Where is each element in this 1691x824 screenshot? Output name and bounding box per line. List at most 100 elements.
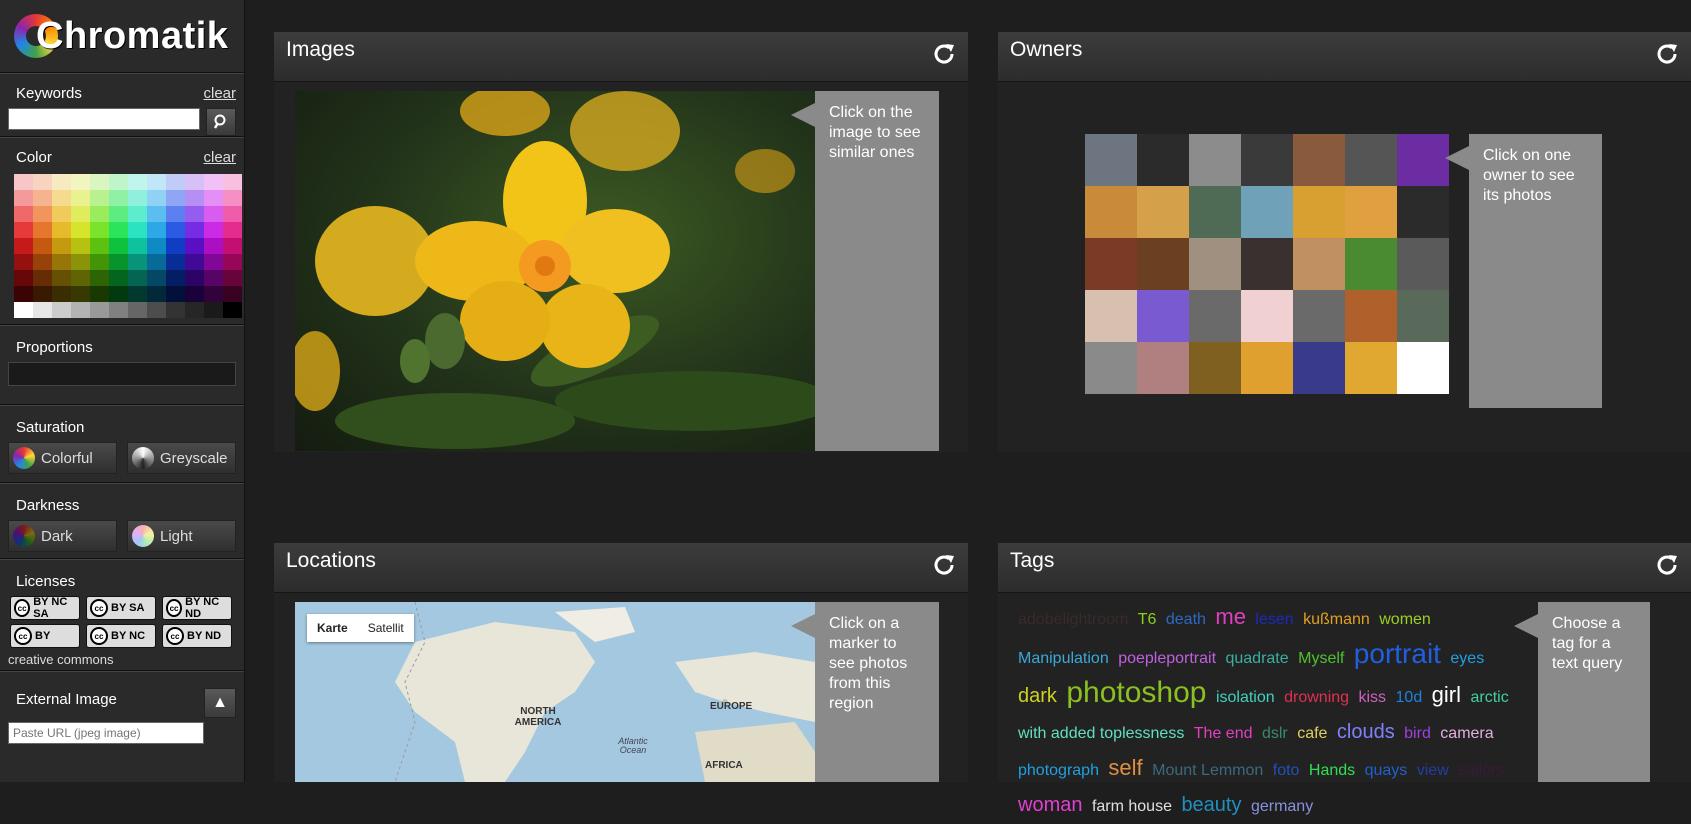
color-swatch[interactable]	[223, 174, 242, 190]
refresh-icon[interactable]	[932, 42, 956, 66]
tag-link[interactable]: woman	[1018, 794, 1082, 816]
owner-thumbnail[interactable]	[1241, 238, 1293, 290]
tag-link[interactable]: T6	[1138, 611, 1157, 628]
color-swatch[interactable]	[128, 206, 147, 222]
tag-link[interactable]: dark	[1018, 685, 1057, 707]
color-swatch[interactable]	[33, 190, 52, 206]
tag-link[interactable]: portrait	[1354, 638, 1441, 669]
tag-link[interactable]: drowning	[1284, 689, 1349, 706]
color-swatch[interactable]	[147, 206, 166, 222]
tag-link[interactable]: photoshop	[1066, 676, 1206, 709]
owner-thumbnail[interactable]	[1345, 342, 1397, 394]
tag-link[interactable]: germany	[1251, 798, 1313, 815]
color-swatch[interactable]	[109, 270, 128, 286]
color-swatch[interactable]	[109, 238, 128, 254]
owner-thumbnail[interactable]	[1345, 290, 1397, 342]
refresh-icon[interactable]	[1655, 42, 1679, 66]
color-swatch[interactable]	[128, 302, 147, 318]
color-swatch[interactable]	[52, 254, 71, 270]
color-swatch[interactable]	[223, 190, 242, 206]
tag-link[interactable]: kußmann	[1303, 611, 1370, 628]
tag-link[interactable]: view	[1417, 762, 1449, 779]
color-swatch[interactable]	[52, 222, 71, 238]
owner-thumbnail[interactable]	[1137, 290, 1189, 342]
owner-thumbnail[interactable]	[1293, 290, 1345, 342]
color-swatch[interactable]	[14, 238, 33, 254]
license-by-nc-nd[interactable]: cc BY NC ND	[162, 596, 232, 620]
tag-link[interactable]: quadrate	[1225, 650, 1288, 667]
color-swatch[interactable]	[147, 302, 166, 318]
license-by-nc[interactable]: cc BY NC	[86, 624, 156, 648]
owner-thumbnail[interactable]	[1241, 186, 1293, 238]
color-swatch[interactable]	[109, 302, 128, 318]
app-logo[interactable]: Chromatik	[0, 0, 244, 73]
color-swatch[interactable]	[128, 270, 147, 286]
license-by[interactable]: cc BY	[10, 624, 80, 648]
color-swatch[interactable]	[204, 238, 223, 254]
owner-thumbnail[interactable]	[1085, 238, 1137, 290]
color-swatch[interactable]	[109, 222, 128, 238]
tag-link[interactable]: cafe	[1297, 725, 1327, 742]
color-swatch[interactable]	[109, 206, 128, 222]
color-swatch[interactable]	[185, 238, 204, 254]
external-image-url-input[interactable]	[8, 722, 204, 744]
color-swatch[interactable]	[223, 254, 242, 270]
light-button[interactable]: Light	[127, 520, 236, 552]
color-swatch[interactable]	[14, 174, 33, 190]
color-swatch[interactable]	[166, 206, 185, 222]
color-swatch[interactable]	[33, 302, 52, 318]
tag-link[interactable]: poepleportrait	[1118, 650, 1216, 667]
owner-thumbnail[interactable]	[1189, 290, 1241, 342]
color-swatch[interactable]	[90, 222, 109, 238]
color-swatch[interactable]	[166, 238, 185, 254]
color-swatch[interactable]	[14, 302, 33, 318]
owner-thumbnail[interactable]	[1241, 342, 1293, 394]
tag-link[interactable]: Hands	[1309, 762, 1355, 779]
owner-thumbnail[interactable]	[1137, 342, 1189, 394]
color-swatch[interactable]	[223, 286, 242, 302]
owner-thumbnail[interactable]	[1189, 238, 1241, 290]
license-by-nc-sa[interactable]: cc BY NC SA	[10, 596, 80, 620]
color-swatch[interactable]	[223, 238, 242, 254]
color-swatch[interactable]	[147, 190, 166, 206]
owner-thumbnail[interactable]	[1137, 238, 1189, 290]
upload-button[interactable]: ▲	[204, 688, 236, 718]
color-clear-link[interactable]: clear	[203, 149, 236, 166]
color-swatch[interactable]	[33, 254, 52, 270]
color-swatch[interactable]	[223, 222, 242, 238]
color-swatch[interactable]	[204, 302, 223, 318]
owner-thumbnail[interactable]	[1293, 134, 1345, 186]
tag-link[interactable]: kiss	[1359, 689, 1387, 706]
owner-thumbnail[interactable]	[1137, 186, 1189, 238]
color-swatch[interactable]	[223, 302, 242, 318]
tag-link[interactable]: farm house	[1092, 798, 1172, 815]
color-swatch[interactable]	[71, 206, 90, 222]
color-swatch[interactable]	[33, 238, 52, 254]
color-swatch[interactable]	[204, 254, 223, 270]
color-swatch[interactable]	[185, 174, 204, 190]
color-swatch[interactable]	[128, 238, 147, 254]
tag-link[interactable]: dslr	[1262, 725, 1288, 742]
color-swatch[interactable]	[14, 222, 33, 238]
owner-thumbnail[interactable]	[1189, 134, 1241, 186]
tag-link[interactable]: bird	[1404, 725, 1431, 742]
color-swatch[interactable]	[14, 206, 33, 222]
color-swatch[interactable]	[52, 206, 71, 222]
tag-link[interactable]: me	[1215, 604, 1246, 629]
tag-link[interactable]: beauty	[1181, 794, 1241, 816]
color-swatch[interactable]	[128, 286, 147, 302]
tag-link[interactable]: death	[1166, 611, 1206, 628]
tag-link[interactable]: quays	[1365, 762, 1408, 779]
tag-link[interactable]: with added toplessness	[1018, 725, 1184, 742]
color-swatch[interactable]	[71, 270, 90, 286]
tag-link[interactable]: 10d	[1396, 689, 1423, 706]
owner-thumbnail[interactable]	[1137, 134, 1189, 186]
color-swatch[interactable]	[71, 190, 90, 206]
color-swatch[interactable]	[33, 174, 52, 190]
tag-link[interactable]: isolation	[1216, 689, 1275, 706]
dark-button[interactable]: Dark	[8, 520, 117, 552]
owner-thumbnail[interactable]	[1085, 134, 1137, 186]
color-swatch[interactable]	[90, 254, 109, 270]
color-swatch[interactable]	[109, 254, 128, 270]
color-swatch[interactable]	[33, 222, 52, 238]
